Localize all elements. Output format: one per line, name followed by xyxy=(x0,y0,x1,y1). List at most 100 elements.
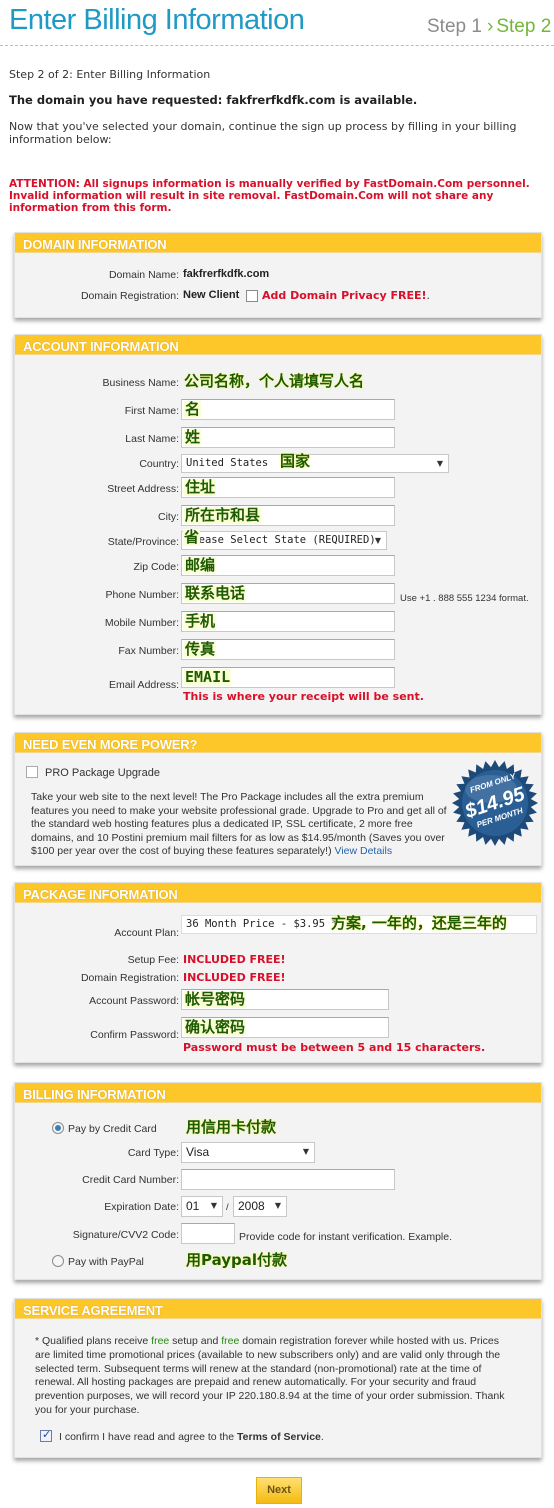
step-text: Step 2 of 2: Enter Billing Information xyxy=(9,68,211,81)
agree-terms-label[interactable]: I confirm I have read and agree to the T… xyxy=(59,1431,324,1443)
cvv-label: Signature/CVV2 Code: xyxy=(72,1229,179,1241)
confirm-password-input[interactable]: 确认密码 xyxy=(181,1017,389,1038)
page-title: Enter Billing Information xyxy=(9,4,305,36)
step-2-indicator: › Step 2 xyxy=(487,16,551,38)
account-password-input[interactable]: 帐号密码 xyxy=(181,989,389,1010)
last-name-label: Last Name: xyxy=(125,433,179,445)
expiration-year-select[interactable]: 2008 ▼ xyxy=(233,1196,287,1217)
state-annotation: 省 xyxy=(183,528,201,546)
package-information-panel: PACKAGE INFORMATION Account Plan: 36 Mon… xyxy=(14,882,542,1063)
agree-terms-checkbox[interactable] xyxy=(40,1428,52,1442)
pay-paypal-radio[interactable] xyxy=(52,1255,64,1267)
country-annotation: 国家 xyxy=(280,452,311,470)
domain-privacy-text: Add Domain Privacy FREE! xyxy=(262,289,427,302)
account-plan-selected: 36 Month Price - $3.95 * xyxy=(186,918,338,930)
card-type-selected: Visa xyxy=(186,1145,210,1159)
free-highlight: free xyxy=(151,1335,170,1347)
expiration-month-select[interactable]: 01 ▼ xyxy=(181,1196,223,1217)
mobile-input[interactable]: 手机 xyxy=(181,611,395,632)
city-input[interactable]: 所在市和县 xyxy=(181,505,395,526)
account-password-annotation: 帐号密码 xyxy=(184,990,247,1008)
zip-label: Zip Code: xyxy=(133,561,179,573)
phone-input[interactable]: 联系电话 xyxy=(181,583,395,604)
pay-credit-card-annotation: 用信用卡付款 xyxy=(186,1118,277,1136)
step-2-label: Step 2 xyxy=(496,16,552,37)
email-annotation: EMAIL xyxy=(184,668,232,686)
chevron-down-icon: ▼ xyxy=(374,536,381,545)
email-receipt-note: This is where your receipt will be sent. xyxy=(183,690,424,703)
state-select[interactable]: Please Select State (REQUIRED) ▼ xyxy=(181,531,387,550)
confirm-password-annotation: 确认密码 xyxy=(184,1018,247,1036)
chevron-down-icon: ▼ xyxy=(274,1201,281,1210)
email-input[interactable]: EMAIL xyxy=(181,667,395,688)
pro-upgrade-checkbox[interactable] xyxy=(26,766,38,778)
account-password-label: Account Password: xyxy=(89,995,179,1007)
street-address-annotation: 住址 xyxy=(184,478,217,496)
card-type-select[interactable]: Visa ▼ xyxy=(181,1142,315,1163)
next-button[interactable]: Next xyxy=(256,1477,302,1504)
card-number-input[interactable] xyxy=(181,1169,395,1190)
street-address-input[interactable]: 住址 xyxy=(181,477,395,498)
pay-credit-card-label[interactable]: Pay by Credit Card xyxy=(68,1123,157,1135)
panel-title: NEED EVEN MORE POWER? xyxy=(15,733,541,753)
country-select[interactable]: United States ▼ xyxy=(181,454,449,473)
phone-format-hint: Use +1 . 888 555 1234 format. xyxy=(400,593,529,604)
fax-label: Fax Number: xyxy=(118,645,179,657)
billing-information-panel: BILLING INFORMATION Pay by Credit Card 用… xyxy=(14,1082,542,1280)
domain-available-text: The domain you have requested: fakfrerfk… xyxy=(9,93,418,107)
panel-title: DOMAIN INFORMATION xyxy=(15,233,541,253)
card-type-label: Card Type: xyxy=(127,1147,179,1159)
pay-paypal-label[interactable]: Pay with PayPal xyxy=(68,1256,144,1268)
step-1-indicator: Step 1 xyxy=(427,16,482,37)
free-highlight: free xyxy=(221,1335,240,1347)
first-name-label: First Name: xyxy=(124,405,179,417)
pro-upgrade-label[interactable]: PRO Package Upgrade xyxy=(45,767,160,779)
password-length-note: Password must be between 5 and 15 charac… xyxy=(183,1041,486,1054)
street-address-label: Street Address: xyxy=(107,483,179,495)
view-details-link[interactable]: View Details xyxy=(335,845,393,857)
phone-label: Phone Number: xyxy=(105,589,179,601)
last-name-input[interactable]: 姓 xyxy=(181,427,395,448)
setup-fee-value: INCLUDED FREE! xyxy=(183,953,286,966)
pro-upgrade-description: Take your web site to the next level! Th… xyxy=(31,791,451,859)
business-name-input[interactable]: 公司名称，个人请填写人名 xyxy=(183,373,365,390)
panel-title: BILLING INFORMATION xyxy=(15,1083,541,1103)
pay-paypal-annotation: 用Paypal付款 xyxy=(186,1251,288,1269)
country-selected: United States xyxy=(186,457,269,469)
business-name-label: Business Name: xyxy=(102,377,179,389)
cvv-input[interactable] xyxy=(181,1223,235,1244)
domain-privacy-label[interactable]: Add Domain Privacy FREE!. xyxy=(262,289,430,302)
cvv-hint: Provide code for instant verification. E… xyxy=(239,1231,453,1243)
state-selected: Please Select State (REQUIRED) xyxy=(186,534,376,546)
agree-text: I confirm I have read and agree to the xyxy=(59,1431,238,1443)
zip-input[interactable]: 邮编 xyxy=(181,555,395,576)
agreement-text-1: * Qualified plans receive xyxy=(35,1335,152,1347)
exp-year-selected: 2008 xyxy=(238,1199,265,1213)
chevron-right-icon: › xyxy=(487,16,494,37)
chevron-down-icon: ▼ xyxy=(302,1147,309,1156)
terms-of-service-link[interactable]: Terms of Service xyxy=(237,1431,321,1443)
chevron-down-icon: ▼ xyxy=(436,459,443,468)
price-badge: FROM ONLY $14.95 PER MONTH xyxy=(452,760,538,846)
agreement-text-3: domain registration forever while hosted… xyxy=(35,1335,505,1416)
pay-credit-card-radio[interactable] xyxy=(52,1122,64,1134)
domain-registration-value: New Client xyxy=(183,289,240,301)
first-name-input[interactable]: 名 xyxy=(181,399,395,420)
country-label: Country: xyxy=(139,458,179,470)
account-plan-annotation: 方案, 一年的，还是三年的 xyxy=(331,914,507,932)
first-name-annotation: 名 xyxy=(184,400,202,418)
panel-title: ACCOUNT INFORMATION xyxy=(15,335,541,355)
domain-privacy-checkbox[interactable] xyxy=(246,290,258,302)
city-annotation: 所在市和县 xyxy=(184,506,262,524)
zip-annotation: 邮编 xyxy=(184,556,217,574)
account-information-panel: ACCOUNT INFORMATION Business Name: 公司名称，… xyxy=(14,334,542,715)
intro-description: Now that you've selected your domain, co… xyxy=(9,120,517,146)
fax-input[interactable]: 传真 xyxy=(181,639,395,660)
account-plan-label: Account Plan: xyxy=(114,927,179,939)
setup-fee-label: Setup Fee: xyxy=(127,954,179,966)
agreement-text: * Qualified plans receive free setup and… xyxy=(35,1335,515,1418)
domain-name-value: fakfrerfkdfk.com xyxy=(183,268,270,280)
confirm-password-label: Confirm Password: xyxy=(90,1029,179,1041)
period: . xyxy=(320,1431,324,1443)
domain-registration-fee-label: Domain Registration: xyxy=(80,972,179,984)
